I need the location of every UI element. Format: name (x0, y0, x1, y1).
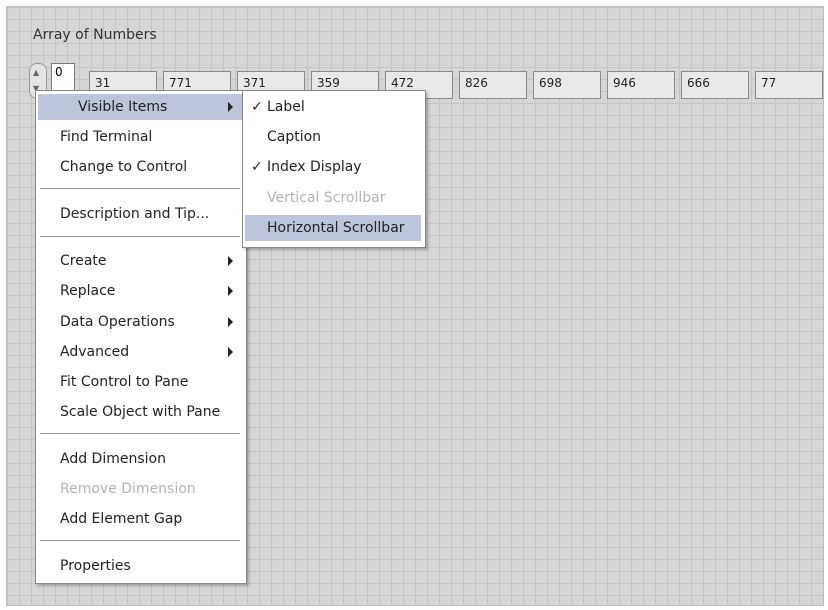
menu-item-label: Horizontal Scrollbar (267, 220, 405, 236)
spin-up-icon[interactable]: ▲ (33, 68, 39, 77)
menu-item-properties[interactable]: Properties (38, 553, 242, 579)
submenu-item-caption[interactable]: Caption (245, 124, 421, 150)
array-label: Array of Numbers (33, 27, 157, 43)
visible-items-submenu: ✓ Label Caption ✓ Index Display Vertical… (242, 90, 426, 248)
checkmark-icon: ✓ (251, 99, 263, 115)
submenu-arrow-icon (228, 256, 233, 266)
submenu-item-label[interactable]: ✓ Label (245, 94, 421, 120)
menu-item-data-operations[interactable]: Data Operations (38, 309, 242, 335)
menu-item-replace[interactable]: Replace (38, 278, 242, 304)
menu-item-visible-items[interactable]: Visible Items (38, 94, 242, 120)
array-element[interactable]: 946 (607, 71, 675, 99)
menu-separator (40, 433, 240, 434)
submenu-item-index-display[interactable]: ✓ Index Display (245, 154, 421, 180)
context-menu: Visible Items Find Terminal Change to Co… (35, 90, 247, 584)
menu-item-label: Description and Tip... (60, 206, 210, 222)
menu-item-label: Fit Control to Pane (60, 374, 189, 390)
menu-separator (40, 188, 240, 189)
submenu-arrow-icon (228, 317, 233, 327)
menu-item-add-element-gap[interactable]: Add Element Gap (38, 506, 242, 532)
menu-item-description-and-tip[interactable]: Description and Tip... (38, 201, 242, 227)
menu-item-label: Find Terminal (60, 129, 153, 145)
menu-item-add-dimension[interactable]: Add Dimension (38, 446, 242, 472)
menu-item-fit-control-to-pane[interactable]: Fit Control to Pane (38, 369, 242, 395)
menu-separator (40, 236, 240, 237)
array-element[interactable]: 666 (681, 71, 749, 99)
submenu-arrow-icon (228, 102, 233, 112)
menu-item-label: Index Display (267, 159, 362, 175)
menu-item-change-to-control[interactable]: Change to Control (38, 154, 242, 180)
submenu-arrow-icon (228, 286, 233, 296)
submenu-arrow-icon (228, 347, 233, 357)
array-element[interactable]: 826 (459, 71, 527, 99)
submenu-item-horizontal-scrollbar[interactable]: Horizontal Scrollbar (245, 215, 421, 241)
menu-item-label: Scale Object with Pane (60, 404, 221, 420)
index-field[interactable]: 0 (51, 63, 75, 91)
menu-item-create[interactable]: Create (38, 248, 242, 274)
menu-separator (40, 540, 240, 541)
menu-item-label: Add Element Gap (60, 511, 183, 527)
menu-item-label: Data Operations (60, 314, 175, 330)
menu-item-label: Properties (60, 558, 131, 574)
menu-item-advanced[interactable]: Advanced (38, 339, 242, 365)
checkmark-icon: ✓ (251, 159, 263, 175)
menu-item-label: Replace (60, 283, 116, 299)
menu-item-label: Vertical Scrollbar (267, 190, 386, 206)
array-element[interactable]: 698 (533, 71, 601, 99)
menu-item-label: Advanced (60, 344, 130, 360)
menu-item-label: Change to Control (60, 159, 188, 175)
menu-item-label: Caption (267, 129, 322, 145)
menu-item-remove-dimension: Remove Dimension (38, 476, 242, 502)
menu-item-label: Add Dimension (60, 451, 166, 467)
submenu-item-vertical-scrollbar: Vertical Scrollbar (245, 185, 421, 211)
menu-item-label: Label (267, 99, 305, 115)
menu-item-find-terminal[interactable]: Find Terminal (38, 124, 242, 150)
menu-item-scale-object-with-pane[interactable]: Scale Object with Pane (38, 399, 242, 425)
menu-item-label: Remove Dimension (60, 481, 196, 497)
array-element[interactable]: 77 (755, 71, 823, 99)
menu-item-label: Visible Items (78, 99, 168, 115)
menu-item-label: Create (60, 253, 107, 269)
